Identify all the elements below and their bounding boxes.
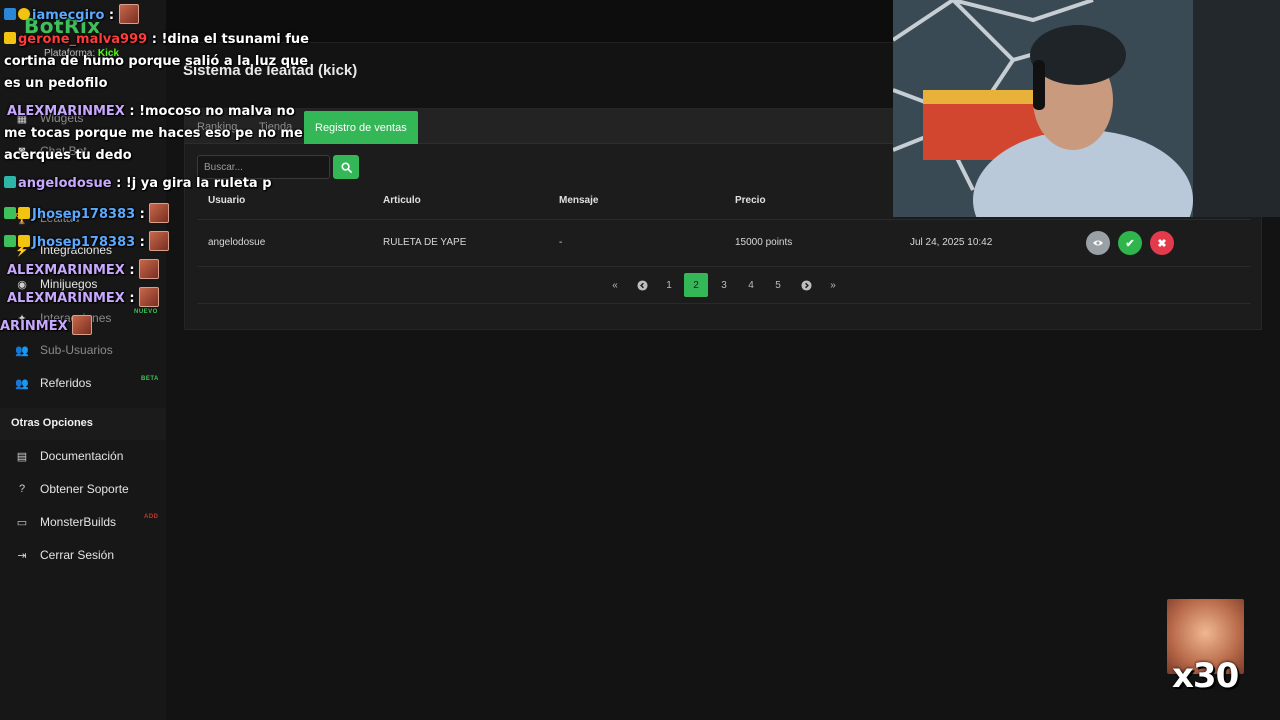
- search-icon: [340, 161, 352, 173]
- tab-tienda[interactable]: Tienda: [259, 109, 292, 144]
- add-badge: ADD: [144, 514, 159, 520]
- pagination-page-3[interactable]: 3: [712, 273, 736, 297]
- cell-articulo: RULETA DE YAPE: [383, 237, 467, 248]
- user-friends-icon: 👥: [15, 377, 29, 390]
- close-icon: ✖: [1157, 237, 1167, 250]
- search-input[interactable]: [197, 155, 330, 179]
- widget-icon: ▦: [16, 112, 28, 125]
- check-icon: ✔: [1125, 237, 1135, 250]
- sidebar-item-label: Sub-Usuarios: [40, 343, 113, 357]
- pagination-prev[interactable]: [630, 273, 654, 297]
- tab-registro-ventas[interactable]: Registro de ventas: [304, 111, 418, 144]
- sidebar-item-monsterbuilds[interactable]: ▭ MonsterBuilds: [14, 512, 116, 532]
- header-precio: Precio: [735, 195, 766, 206]
- top-bar: [166, 0, 893, 43]
- footer-divider: [197, 303, 1251, 304]
- book-icon: ▤: [16, 450, 28, 463]
- laptop-icon: ▭: [16, 516, 28, 529]
- robot-icon: ◙: [18, 145, 26, 157]
- search-button[interactable]: [333, 155, 359, 179]
- pagination-next[interactable]: [794, 273, 818, 297]
- sidebar-item-label: Referidos: [40, 376, 92, 390]
- sidebar-item-label: Minijuegos: [40, 277, 98, 291]
- sidebar-item-referidos[interactable]: 👥 Referidos: [14, 373, 91, 393]
- platform-indicator: Plataforma: Kick: [44, 48, 119, 59]
- reject-button[interactable]: ✖: [1150, 231, 1174, 255]
- sidebar-item-minijuegos[interactable]: ◉ Minijuegos: [14, 274, 97, 294]
- sidebar-item-label: Widgets: [40, 111, 84, 125]
- approve-button[interactable]: ✔: [1118, 231, 1142, 255]
- platform-value: Kick: [97, 48, 120, 59]
- sidebar-item-label: Integraciones: [40, 243, 113, 257]
- pagination-page-1[interactable]: 1: [657, 273, 681, 297]
- sidebar-item-chatbot[interactable]: ◙ Chat Bot: [14, 141, 87, 161]
- sidebar-item-widgets[interactable]: ▦ Widgets: [14, 108, 84, 128]
- pagination-page-4[interactable]: 4: [739, 273, 763, 297]
- webcam-overlay: [893, 0, 1280, 217]
- plug-icon: ⚡: [15, 244, 29, 257]
- cell-fecha: Jul 24, 2025 10:42: [910, 237, 993, 248]
- sidebar: BotRix Plataforma: Kick 🏆 Lealtad ▦ Widg…: [0, 0, 166, 720]
- sidebar-item-label: Lealtad: [40, 211, 80, 225]
- chevron-left-icon: [636, 279, 648, 291]
- cell-usuario: angelodosue: [208, 237, 266, 248]
- users-icon: 👥: [15, 344, 29, 357]
- emote-combo-count: x30: [1172, 656, 1239, 696]
- page-title: Sistema de lealtad (kick): [183, 62, 358, 79]
- header-divider: [197, 219, 1251, 220]
- header-usuario: Usuario: [208, 195, 246, 206]
- sidebar-item-label: Chat Bot: [40, 144, 87, 158]
- sidebar-item-label: Obtener Soporte: [40, 482, 129, 496]
- section-title: Otras Opciones: [11, 417, 93, 429]
- cell-mensaje: -: [559, 237, 563, 248]
- sidebar-item-soporte[interactable]: ? Obtener Soporte: [14, 479, 129, 499]
- sidebar-item-integraciones[interactable]: ⚡ Integraciones: [14, 240, 112, 260]
- pagination-last[interactable]: »: [821, 273, 845, 297]
- sidebar-item-documentacion[interactable]: ▤ Documentación: [14, 446, 124, 466]
- cell-precio: 15000 points: [735, 237, 793, 248]
- sidebar-item-label: MonsterBuilds: [40, 515, 117, 529]
- header-articulo: Articulo: [383, 195, 421, 206]
- logout-icon: ⇥: [17, 549, 27, 562]
- webcam-feed: [893, 0, 1280, 217]
- platform-label: Plataforma:: [44, 48, 96, 59]
- row-divider: [197, 266, 1251, 267]
- tab-ranking[interactable]: Ranking: [197, 109, 237, 144]
- sidebar-item-lealtad[interactable]: 🏆 Lealtad: [14, 208, 79, 228]
- pagination-first[interactable]: «: [603, 273, 627, 297]
- sidebar-item-label: Cerrar Sesión: [40, 548, 115, 562]
- gamepad-icon: ◉: [17, 278, 27, 291]
- chevron-right-icon: [800, 279, 812, 291]
- pagination-page-2[interactable]: 2: [684, 273, 708, 297]
- sidebar-item-label: Interacciones: [40, 311, 112, 325]
- question-icon: ?: [18, 483, 26, 495]
- new-badge: NUEVO: [134, 309, 158, 315]
- bolt-icon: ✦: [17, 312, 27, 325]
- pagination-page-5[interactable]: 5: [766, 273, 790, 297]
- sidebar-item-interacciones[interactable]: ✦ Interacciones: [14, 308, 111, 328]
- eye-icon: [1093, 240, 1103, 246]
- beta-badge: BETA: [141, 376, 159, 382]
- trophy-icon: 🏆: [15, 212, 29, 225]
- view-button[interactable]: [1086, 231, 1110, 255]
- sidebar-item-label: Documentación: [40, 449, 124, 463]
- sidebar-item-cerrar-sesion[interactable]: ⇥ Cerrar Sesión: [14, 545, 114, 565]
- sidebar-item-sub-usuarios[interactable]: 👥 Sub-Usuarios: [14, 340, 113, 360]
- brand-logo[interactable]: BotRix: [24, 14, 101, 38]
- header-mensaje: Mensaje: [559, 195, 599, 206]
